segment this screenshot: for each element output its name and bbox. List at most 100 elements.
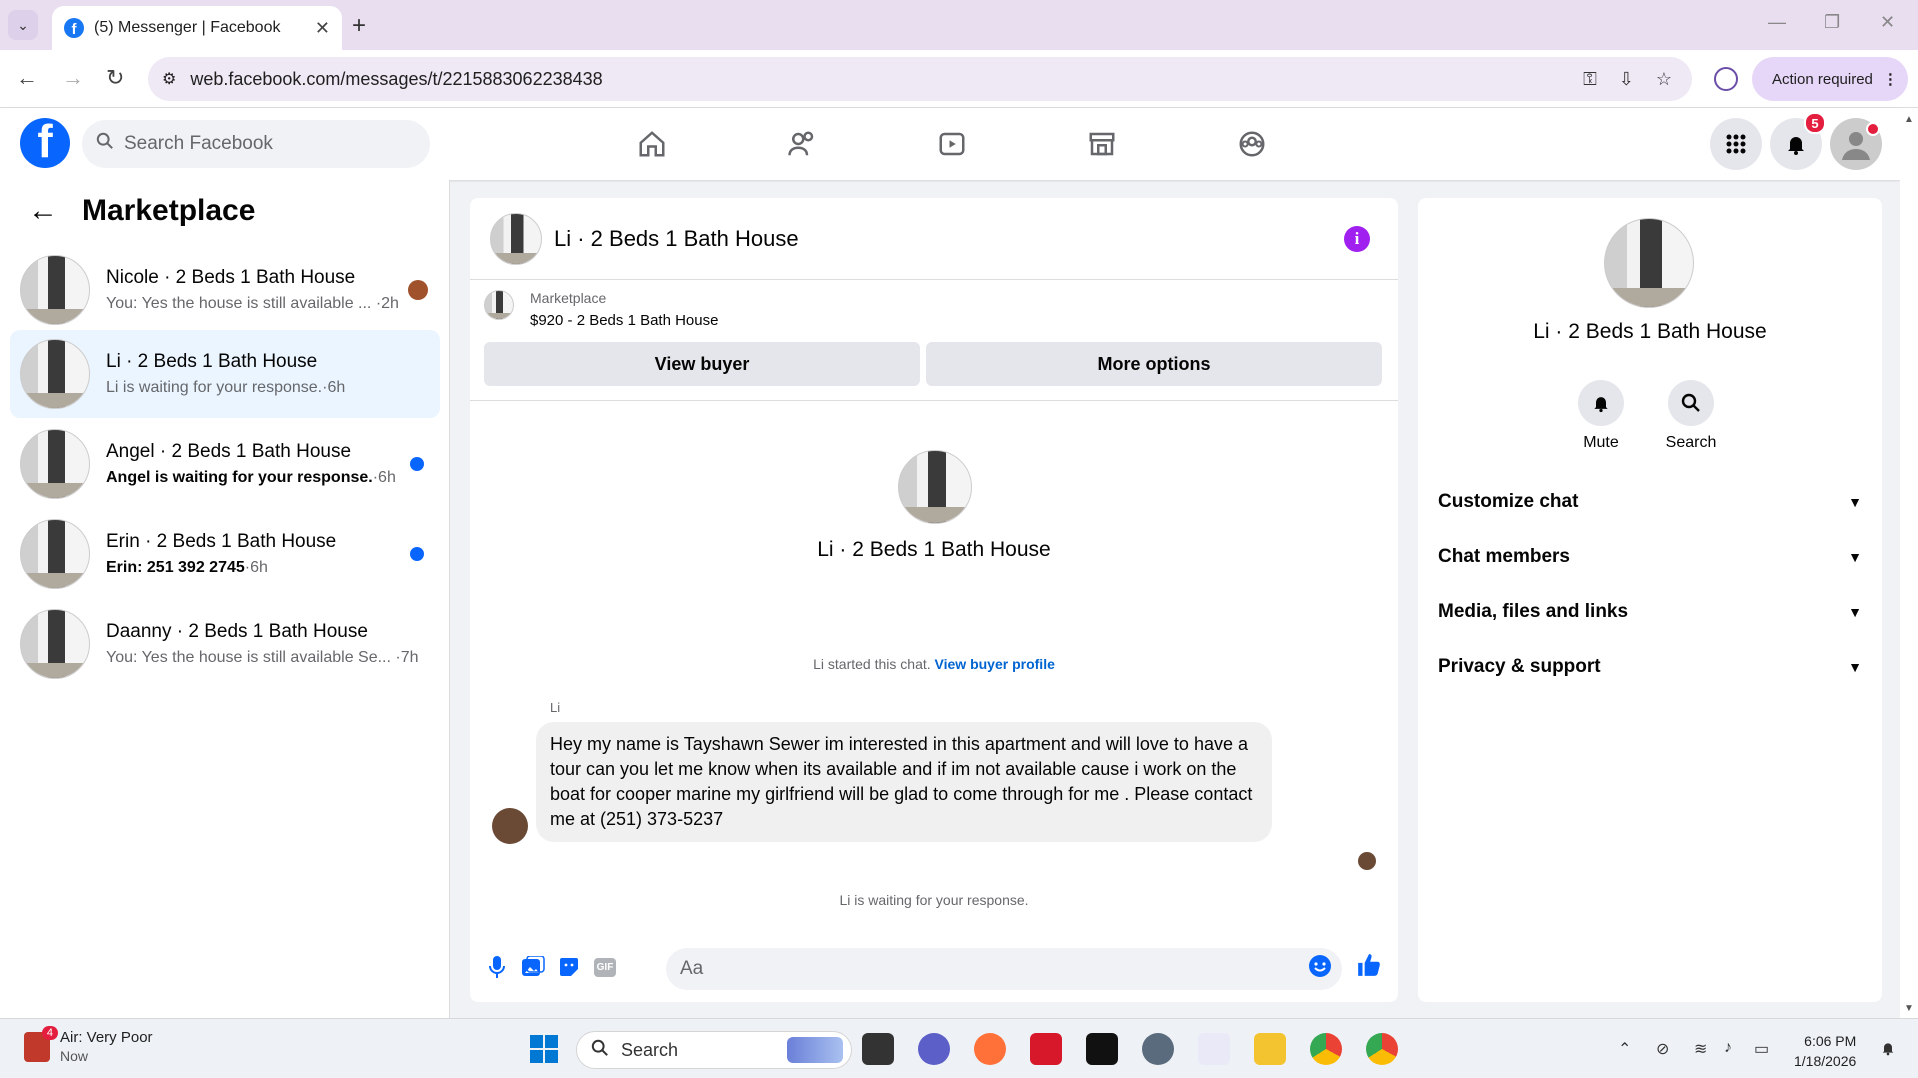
conversation-name: Daanny · 2 Beds 1 Bath House: [106, 621, 368, 642]
message-bubble[interactable]: Hey my name is Tayshawn Sewer im interes…: [536, 722, 1272, 842]
firefox-icon[interactable]: [974, 1033, 1006, 1065]
video-icon[interactable]: [934, 126, 970, 162]
snipping-tool-icon[interactable]: [1198, 1033, 1230, 1065]
conversation-preview: You: Yes the house is still available Se…: [106, 649, 419, 666]
teams-chat-icon[interactable]: [918, 1033, 950, 1065]
groups-icon[interactable]: [1234, 126, 1270, 162]
conversation-item[interactable]: Daanny · 2 Beds 1 Bath House You: Yes th…: [10, 600, 440, 688]
home-icon[interactable]: [634, 126, 670, 162]
key-icon[interactable]: ⚿: [1583, 69, 1597, 90]
message-input[interactable]: Aa: [666, 948, 1342, 990]
view-buyer-profile-link[interactable]: View buyer profile: [935, 656, 1055, 672]
back-arrow-icon[interactable]: ←: [28, 194, 58, 228]
windows-start-icon[interactable]: [528, 1033, 560, 1065]
media-files-links-section[interactable]: Media, files and links ▼: [1438, 592, 1862, 632]
weather-title: Air: Very Poor: [60, 1029, 153, 1046]
site-info-icon[interactable]: ⚙: [162, 69, 176, 89]
search-placeholder: Search Facebook: [124, 133, 273, 154]
browser-tab-bar: ⌄ f (5) Messenger | Facebook ✕ + — ❐ ✕: [0, 0, 1918, 50]
wps-office-icon[interactable]: [1030, 1033, 1062, 1065]
scroll-up-icon[interactable]: ▲: [1904, 114, 1914, 125]
listing-avatar: [20, 255, 90, 325]
notification-bell-icon[interactable]: [1880, 1039, 1896, 1062]
weather-widget[interactable]: 4 Air: Very Poor Now: [24, 1025, 153, 1064]
new-tab-button[interactable]: +: [352, 12, 366, 40]
forward-icon[interactable]: →: [62, 65, 84, 91]
conversation-item[interactable]: Nicole · 2 Beds 1 Bath House You: Yes th…: [10, 246, 440, 334]
conversation-item-active[interactable]: Li · 2 Beds 1 Bath House Li is waiting f…: [10, 330, 440, 418]
listing-thumbnail: [484, 290, 514, 320]
chrome-icon[interactable]: [1310, 1033, 1342, 1065]
settings-gear-icon[interactable]: [1142, 1033, 1174, 1065]
conversation-item[interactable]: Erin · 2 Beds 1 Bath House Erin: 251 392…: [10, 510, 440, 598]
vpn-off-icon[interactable]: ⊘: [1656, 1039, 1669, 1059]
chat-details-panel: Li · 2 Beds 1 Bath House Mute Search Cus…: [1418, 198, 1882, 1002]
close-tab-icon[interactable]: ✕: [315, 18, 330, 39]
bookmark-star-icon[interactable]: ☆: [1656, 69, 1672, 90]
action-required-button[interactable]: Action required ⋮: [1752, 57, 1908, 101]
install-icon[interactable]: ⇩: [1619, 69, 1634, 90]
conversation-item[interactable]: Angel · 2 Beds 1 Bath House Angel is wai…: [10, 420, 440, 508]
more-options-button[interactable]: More options: [926, 342, 1382, 386]
chat-members-section[interactable]: Chat members ▼: [1438, 537, 1862, 577]
show-hidden-icons[interactable]: ⌃: [1618, 1039, 1631, 1059]
search-facebook-input[interactable]: Search Facebook: [82, 120, 430, 168]
chat-title[interactable]: Li · 2 Beds 1 Bath House: [554, 226, 799, 252]
system-clock[interactable]: 6:06 PM 1/18/2026: [1794, 1031, 1856, 1071]
taskbar-search-label: Search: [621, 1039, 679, 1060]
minimize-icon[interactable]: —: [1768, 12, 1786, 33]
search-icon: [591, 1039, 609, 1062]
address-bar[interactable]: ⚙ web.facebook.com/messages/t/2215883062…: [148, 57, 1692, 101]
unread-dot: [410, 457, 424, 471]
privacy-support-section[interactable]: Privacy & support ▼: [1438, 647, 1862, 687]
chat-avatar[interactable]: [490, 212, 542, 265]
mute-button[interactable]: Mute: [1556, 380, 1646, 452]
details-avatar: [1604, 218, 1694, 308]
chrome-profile-icon[interactable]: [1366, 1033, 1398, 1065]
close-window-icon[interactable]: ✕: [1880, 12, 1895, 33]
back-icon[interactable]: ←: [16, 65, 38, 91]
read-receipt-avatar: [408, 280, 428, 300]
section-label: Chat members: [1438, 546, 1570, 567]
conversation-preview: You: Yes the house is still available ..…: [106, 295, 399, 312]
view-buyer-button[interactable]: View buyer: [484, 342, 920, 386]
emoji-icon[interactable]: [1308, 954, 1332, 984]
page-scrollbar[interactable]: ▲ ▼: [1900, 108, 1918, 1018]
info-icon[interactable]: i: [1344, 226, 1370, 252]
chat-profile-avatar: [898, 450, 972, 524]
taskbar-search[interactable]: Search: [576, 1031, 852, 1069]
photo-icon[interactable]: [520, 954, 546, 980]
listing-title[interactable]: $920 - 2 Beds 1 Bath House: [530, 312, 718, 329]
weather-badge: 4: [41, 1025, 58, 1040]
listing-avatar: [20, 429, 90, 499]
search-icon: [1668, 380, 1714, 426]
reload-icon[interactable]: ↻: [106, 65, 124, 91]
task-view-icon[interactable]: [862, 1033, 894, 1065]
menu-grid-icon[interactable]: [1710, 118, 1762, 170]
marketplace-icon[interactable]: [1084, 126, 1120, 162]
restore-icon[interactable]: ❐: [1824, 12, 1840, 33]
customize-chat-section[interactable]: Customize chat ▼: [1438, 482, 1862, 522]
wifi-icon[interactable]: ≋: [1694, 1039, 1707, 1059]
section-label: Privacy & support: [1438, 656, 1601, 677]
page-title: Marketplace: [82, 194, 256, 227]
capcut-icon[interactable]: [1086, 1033, 1118, 1065]
kebab-menu-icon[interactable]: ⋮: [1883, 70, 1898, 88]
sticker-icon[interactable]: [556, 954, 582, 980]
volume-icon[interactable]: ♪: [1724, 1039, 1732, 1057]
browser-tab[interactable]: f (5) Messenger | Facebook ✕: [52, 6, 342, 50]
search-in-chat-button[interactable]: Search: [1646, 380, 1736, 452]
thumbs-up-icon[interactable]: [1356, 952, 1382, 978]
file-explorer-icon[interactable]: [1254, 1033, 1286, 1065]
mute-label: Mute: [1583, 434, 1619, 451]
tab-search-dropdown[interactable]: ⌄: [8, 10, 38, 40]
scroll-down-icon[interactable]: ▼: [1904, 1003, 1914, 1014]
microphone-icon[interactable]: [484, 954, 510, 980]
sender-avatar[interactable]: [492, 808, 528, 844]
battery-icon[interactable]: ▭: [1754, 1039, 1769, 1059]
gif-icon[interactable]: GIF: [592, 954, 618, 980]
profile-icon[interactable]: [1714, 67, 1738, 91]
friends-icon[interactable]: [784, 126, 820, 162]
facebook-logo-icon[interactable]: f: [20, 118, 70, 168]
conversation-preview: Li is waiting for your response.·6h: [106, 379, 346, 396]
